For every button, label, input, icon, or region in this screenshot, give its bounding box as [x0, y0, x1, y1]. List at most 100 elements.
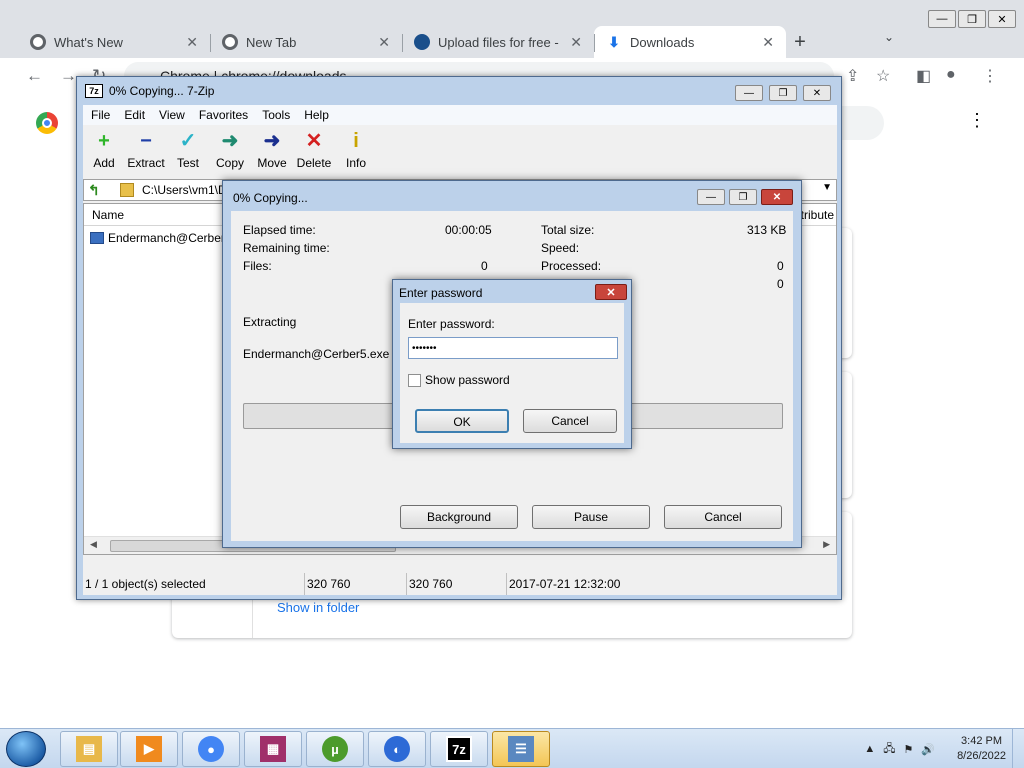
chevron-down-icon[interactable]: ▼ — [822, 182, 832, 193]
chrome-favicon-icon — [30, 34, 46, 50]
info-button[interactable]: i Info — [335, 127, 377, 177]
total-size-label: Total size: — [541, 223, 595, 237]
profile-icon[interactable]: ● — [946, 66, 956, 84]
info-icon: i — [353, 130, 359, 152]
volume-icon[interactable]: 🔊 — [921, 743, 935, 756]
close-button[interactable]: ✕ — [595, 284, 627, 300]
chrome-favicon-icon — [222, 34, 238, 50]
menu-edit[interactable]: Edit — [124, 108, 145, 122]
taskbar-7zip[interactable]: 7z — [430, 731, 488, 767]
move-icon: ➜ — [263, 130, 281, 152]
tray-expand-icon[interactable]: ▲ — [864, 743, 875, 755]
copy-button[interactable]: ➜ Copy — [209, 127, 251, 177]
sevenzip-toolbar: + Add − Extract ✓ Test ➜ Copy ➜ Move ✕ Delete … — [83, 127, 377, 177]
tab-label: Downloads — [630, 34, 695, 50]
test-label: Test — [176, 156, 199, 170]
maximize-button[interactable]: ❐ — [769, 85, 797, 101]
back-icon[interactable]: ← — [26, 66, 43, 86]
tab-label: Upload files for free - M — [438, 34, 563, 50]
taskbar-utorrent[interactable]: µ — [306, 731, 364, 767]
new-tab-button[interactable]: + — [786, 26, 814, 58]
cancel-button[interactable]: Cancel — [523, 409, 617, 433]
bookmark-star-icon[interactable]: ☆ — [876, 66, 890, 86]
tab-search-button[interactable]: ⌄ — [884, 30, 894, 44]
test-button[interactable]: ✓ Test — [167, 127, 209, 177]
close-button[interactable]: ✕ — [988, 10, 1016, 28]
tab-new-tab[interactable]: New Tab ✕ — [210, 26, 402, 58]
column-header-attributes[interactable]: ttribute — [797, 208, 834, 222]
close-icon[interactable]: ✕ — [762, 34, 774, 51]
sevenzip-titlebar: 7z 0% Copying... 7-Zip — [77, 77, 841, 105]
operation-status: Extracting — [243, 315, 297, 329]
taskbar-explorer[interactable]: ▤ — [60, 731, 118, 767]
taskbar-winrar[interactable]: ▦ — [244, 731, 302, 767]
taskbar-chrome[interactable]: ● — [182, 731, 240, 767]
menu-kebab-icon[interactable]: ⋮ — [982, 66, 998, 86]
start-button[interactable] — [6, 731, 46, 767]
column-header-name[interactable]: Name — [92, 208, 124, 222]
tab-downloads[interactable]: ⬇ Downloads ✕ — [594, 26, 786, 58]
menu-bar: File Edit View Favorites Tools Help — [83, 105, 837, 125]
show-password-checkbox[interactable]: Show password — [408, 373, 510, 387]
status-modified: 2017-07-21 12:32:00 — [509, 577, 621, 591]
dialog-title: 0% Copying... — [233, 191, 308, 205]
scroll-left-icon[interactable]: ◀ — [90, 539, 97, 550]
menu-tools[interactable]: Tools — [262, 108, 290, 122]
test-icon: ✓ — [179, 130, 197, 152]
add-button[interactable]: + Add — [83, 127, 125, 177]
close-icon[interactable]: ✕ — [186, 34, 198, 51]
menu-favorites[interactable]: Favorites — [199, 108, 248, 122]
chrome-icon: ● — [198, 736, 224, 762]
maximize-button[interactable]: ❐ — [958, 10, 986, 28]
status-size: 320 760 — [305, 573, 407, 595]
minimize-button[interactable]: — — [697, 189, 725, 205]
taskbar: ▤ ▶ ● ▦ µ ◐ 7z ☰ ▲ 🖧 ⚑ 🔊 3:42 PM 8/26/20… — [0, 728, 1024, 768]
copy-icon: ➜ — [221, 130, 239, 152]
sevenzip-icon: 7z — [446, 736, 472, 762]
background-button[interactable]: Background — [400, 505, 518, 529]
share-icon[interactable]: ⇪ — [846, 66, 859, 86]
minimize-button[interactable]: — — [735, 85, 763, 101]
password-input[interactable] — [408, 337, 618, 359]
download-icon: ⬇ — [608, 34, 620, 50]
forward-icon[interactable]: → — [60, 66, 77, 86]
close-icon[interactable]: ✕ — [570, 34, 582, 51]
folder-up-icon[interactable]: ↰ — [88, 182, 110, 198]
list-item[interactable]: Endermanch@Cerber5 — [90, 231, 232, 245]
pause-button[interactable]: Pause — [532, 505, 650, 529]
taskbar-media-player[interactable]: ▶ — [120, 731, 178, 767]
menu-file[interactable]: File — [91, 108, 110, 122]
taskbar-notepad[interactable]: ☰ — [492, 731, 550, 767]
action-center-icon[interactable]: ⚑ — [903, 743, 913, 756]
taskbar-avira[interactable]: ◐ — [368, 731, 426, 767]
clock[interactable]: 3:42 PM 8/26/2022 — [957, 734, 1006, 764]
scroll-right-icon[interactable]: ▶ — [823, 539, 830, 550]
menu-help[interactable]: Help — [304, 108, 329, 122]
remaining-label: Remaining time: — [243, 241, 330, 255]
ok-button[interactable]: OK — [415, 409, 509, 433]
dialog-window-controls: — ❐ ✕ — [697, 189, 793, 205]
move-button[interactable]: ➜ Move — [251, 127, 293, 177]
network-icon[interactable]: 🖧 — [883, 740, 895, 759]
close-icon[interactable]: ✕ — [378, 34, 390, 51]
show-in-folder-link[interactable]: Show in folder — [277, 600, 359, 615]
close-button[interactable]: ✕ — [803, 85, 831, 101]
maximize-button[interactable]: ❐ — [729, 189, 757, 205]
sevenzip-logo-icon: 7z — [85, 84, 103, 98]
system-tray: ▲ 🖧 ⚑ 🔊 3:42 PM 8/26/2022 — [864, 729, 1024, 768]
extract-button[interactable]: − Extract — [125, 127, 167, 177]
minimize-button[interactable]: — — [928, 10, 956, 28]
cancel-button[interactable]: Cancel — [664, 505, 782, 529]
speed-label: Speed: — [541, 241, 580, 255]
checkbox-box[interactable] — [408, 373, 421, 387]
more-options-icon[interactable]: ⋮ — [968, 110, 986, 131]
close-button[interactable]: ✕ — [761, 189, 793, 205]
show-desktop-button[interactable] — [1012, 729, 1024, 768]
password-label: Enter password: — [408, 317, 495, 331]
show-password-label: Show password — [425, 373, 510, 387]
tab-upload-files[interactable]: Upload files for free - M ✕ — [402, 26, 594, 58]
side-panel-icon[interactable]: ◧ — [916, 66, 931, 86]
menu-view[interactable]: View — [159, 108, 185, 122]
delete-button[interactable]: ✕ Delete — [293, 127, 335, 177]
tab-whats-new[interactable]: What's New ✕ — [18, 26, 210, 58]
